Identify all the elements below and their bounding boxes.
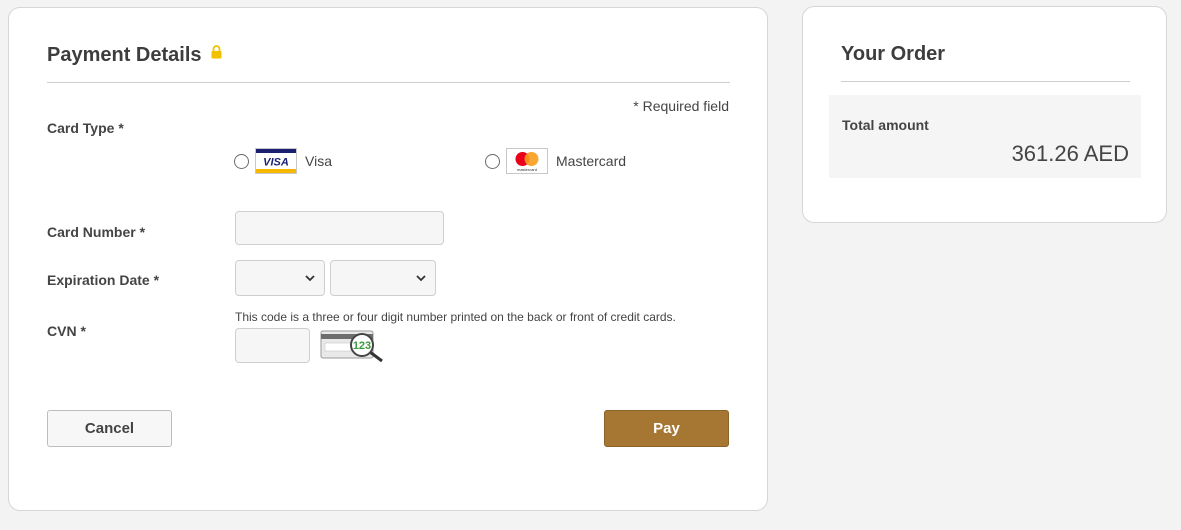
card-number-label: Card Number * [47, 224, 146, 240]
payment-details-panel: Payment Details * Required field Card Ty… [8, 7, 768, 511]
cvn-card-magnifier-icon: 123 [320, 328, 386, 364]
pay-button[interactable]: Pay [604, 410, 729, 447]
order-total-box: Total amount 361.26 AED [829, 95, 1141, 178]
lock-icon [211, 42, 222, 65]
cvn-input[interactable] [235, 328, 310, 363]
visa-logo-text: VISA [263, 157, 289, 169]
mastercard-logo-text: mastercard [517, 167, 537, 172]
card-number-input[interactable] [235, 211, 444, 245]
chevron-down-icon [305, 275, 315, 282]
cancel-button[interactable]: Cancel [47, 410, 172, 447]
payment-title: Payment Details [47, 44, 222, 67]
cvn-label: CVN * [47, 323, 86, 339]
expiration-date-label: Expiration Date * [47, 272, 160, 288]
mastercard-radio[interactable] [485, 153, 500, 169]
mastercard-label: Mastercard [556, 153, 627, 169]
total-amount-label: Total amount [842, 117, 929, 133]
expiration-month-select[interactable] [235, 260, 325, 296]
total-amount-value: 361.26 AED [1011, 141, 1129, 166]
visa-radio[interactable] [234, 153, 249, 169]
visa-logo-icon: VISA [255, 148, 297, 174]
order-title: Your Order [841, 43, 946, 65]
visa-label: Visa [305, 153, 332, 169]
chevron-down-icon [416, 275, 426, 282]
payment-title-divider [47, 82, 730, 83]
expiration-year-select[interactable] [330, 260, 436, 296]
order-title-divider [841, 81, 1130, 82]
payment-title-text: Payment Details [47, 44, 202, 66]
cvn-image-number: 123 [353, 340, 371, 352]
card-type-label: Card Type * [47, 120, 124, 136]
mastercard-logo-icon: mastercard [506, 148, 548, 174]
card-option-visa[interactable]: VISA Visa [234, 148, 332, 174]
cvn-hint: This code is a three or four digit numbe… [235, 310, 676, 324]
card-option-mastercard[interactable]: mastercard Mastercard [485, 148, 626, 174]
order-summary-panel: Your Order Total amount 361.26 AED [802, 6, 1167, 223]
required-field-note: * Required field [633, 98, 729, 114]
